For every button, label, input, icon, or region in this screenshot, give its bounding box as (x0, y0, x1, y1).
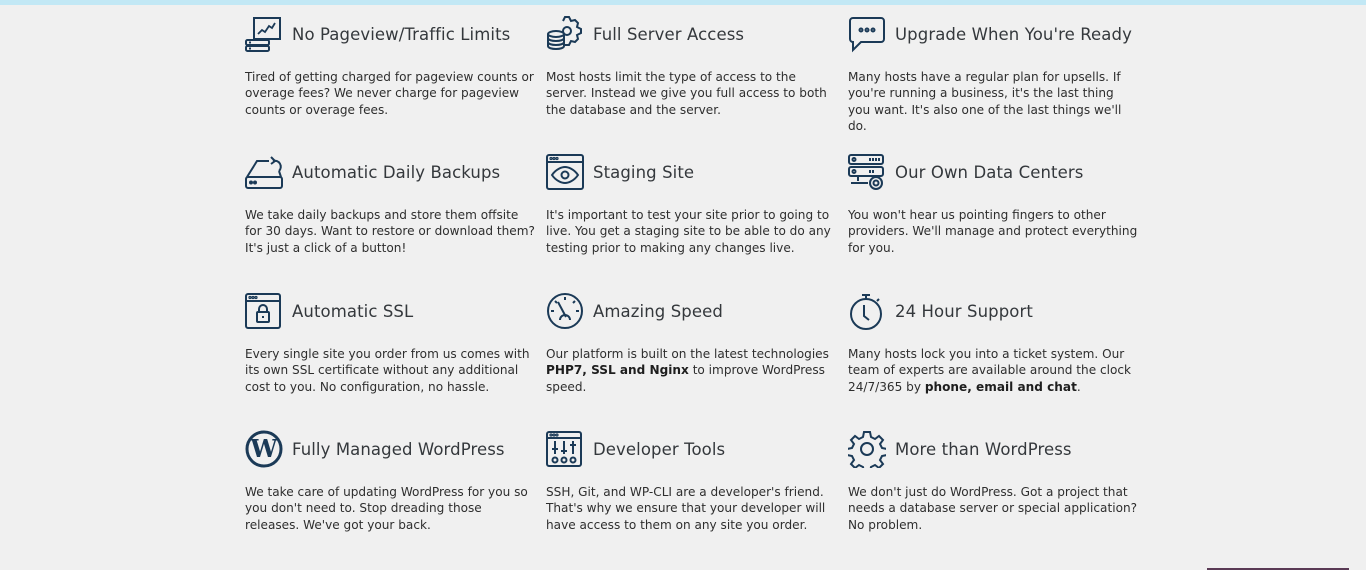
description-text: It's important to test your site prior t… (546, 208, 831, 255)
feature-title: No Pageview/Traffic Limits (292, 24, 511, 44)
server-rack-gear-icon (848, 153, 886, 191)
description-text: Many hosts have a regular plan for upsel… (848, 70, 1122, 134)
wordpress-logo-icon: W (245, 430, 283, 468)
feature-amazing-speed: Amazing Speed Our platform is built on t… (546, 291, 836, 395)
feature-title: Amazing Speed (593, 301, 723, 321)
browser-eye-icon (546, 153, 584, 191)
feature-description: It's important to test your site prior t… (546, 207, 836, 256)
description-text: We don't just do WordPress. Got a projec… (848, 485, 1138, 532)
browser-lock-icon (245, 292, 283, 330)
feature-description: Most hosts limit the type of access to t… (546, 69, 836, 118)
feature-title: Upgrade When You're Ready (895, 24, 1132, 44)
description-text: Tired of getting charged for pageview co… (245, 70, 534, 117)
description-text: We take daily backups and store them off… (245, 208, 535, 255)
top-accent-bar (0, 0, 1366, 5)
feature-title: 24 Hour Support (895, 301, 1033, 321)
feature-more-than-wordpress: More than WordPress We don't just do Wor… (848, 429, 1138, 533)
traffic-chart-server-icon (245, 15, 283, 53)
feature-description: Tired of getting charged for pageview co… (245, 69, 535, 118)
feature-own-data-centers: Our Own Data Centers You won't hear us p… (848, 152, 1138, 256)
feature-automatic-ssl: Automatic SSL Every single site you orde… (245, 291, 535, 395)
description-text: Every single site you order from us come… (245, 347, 530, 394)
feature-full-server-access: Full Server Access Most hosts limit the … (546, 14, 836, 118)
emphasis-text: PHP7, SSL and Nginx (546, 363, 689, 378)
feature-title: More than WordPress (895, 439, 1072, 459)
feature-description: Every single site you order from us come… (245, 346, 535, 395)
feature-title: Developer Tools (593, 439, 726, 459)
feature-staging-site: Staging Site It's important to test your… (546, 152, 836, 256)
backup-drive-icon (245, 153, 283, 191)
stopwatch-icon (848, 292, 886, 330)
gear-icon (848, 430, 886, 468)
feature-description: SSH, Git, and WP-CLI are a developer's f… (546, 484, 836, 533)
feature-title: Our Own Data Centers (895, 162, 1084, 182)
svg-text:W: W (250, 434, 279, 463)
emphasis-text: phone, email and chat (924, 379, 1077, 394)
feature-upgrade-when-ready: Upgrade When You're Ready Many hosts hav… (848, 14, 1138, 135)
feature-description: We take daily backups and store them off… (245, 207, 535, 256)
feature-no-pageview-limits: No Pageview/Traffic Limits Tired of gett… (245, 14, 535, 118)
feature-description: We take care of updating WordPress for y… (245, 484, 535, 533)
feature-title: Full Server Access (593, 24, 745, 44)
feature-fully-managed-wordpress: W Fully Managed WordPress We take care o… (245, 429, 535, 533)
description-text: SSH, Git, and WP-CLI are a developer's f… (546, 485, 826, 532)
feature-description: Many hosts lock you into a ticket system… (848, 346, 1138, 395)
description-text: . (1076, 379, 1081, 394)
chat-bubble-icon (848, 15, 886, 53)
feature-24-hour-support: 24 Hour Support Many hosts lock you into… (848, 291, 1138, 395)
database-gear-icon (546, 15, 584, 53)
browser-sliders-icon (546, 430, 584, 468)
description-text: Our platform is built on the latest tech… (546, 347, 829, 361)
feature-title: Fully Managed WordPress (292, 439, 505, 459)
description-text: You won't hear us pointing fingers to ot… (848, 208, 1138, 255)
description-text: Most hosts limit the type of access to t… (546, 70, 827, 117)
description-text: We take care of updating WordPress for y… (245, 485, 528, 532)
feature-description: We don't just do WordPress. Got a projec… (848, 484, 1138, 533)
feature-automatic-daily-backups: Automatic Daily Backups We take daily ba… (245, 152, 535, 256)
feature-title: Automatic Daily Backups (292, 162, 501, 182)
feature-developer-tools: Developer Tools SSH, Git, and WP-CLI are… (546, 429, 836, 533)
speedometer-icon (546, 292, 584, 330)
feature-title: Automatic SSL (292, 301, 414, 321)
feature-title: Staging Site (593, 162, 695, 182)
feature-description: Our platform is built on the latest tech… (546, 346, 836, 395)
feature-description: You won't hear us pointing fingers to ot… (848, 207, 1138, 256)
feature-description: Many hosts have a regular plan for upsel… (848, 69, 1138, 135)
